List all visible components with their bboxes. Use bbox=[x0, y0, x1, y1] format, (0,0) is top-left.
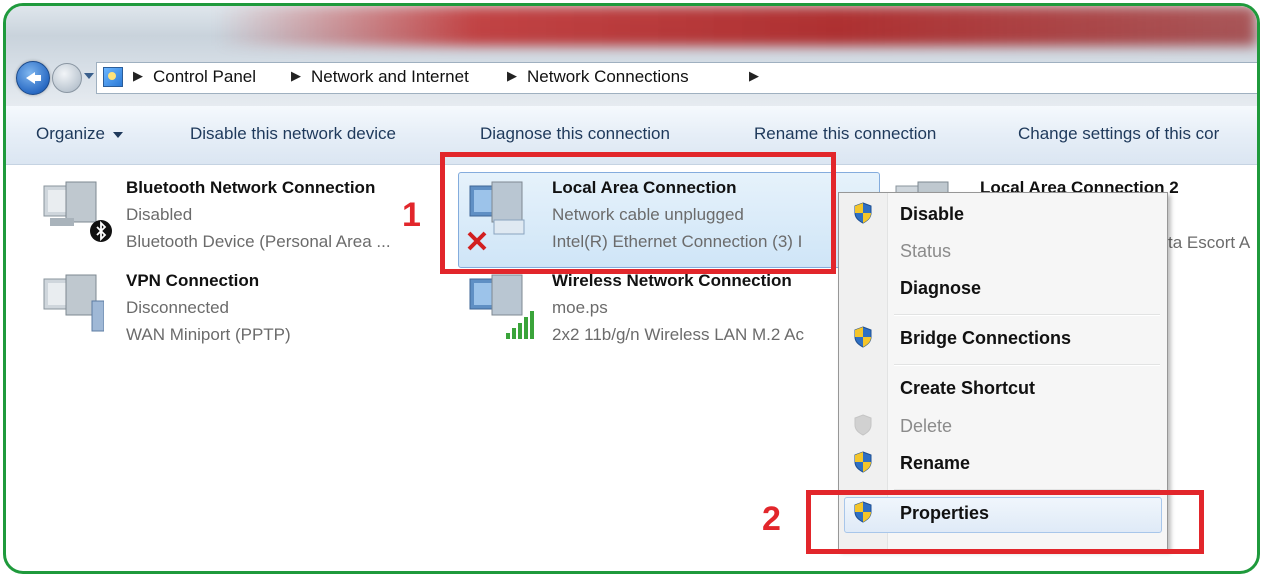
rename-connection-button[interactable]: Rename this connection bbox=[754, 124, 936, 144]
menu-item-diagnose[interactable]: Diagnose bbox=[900, 278, 981, 299]
breadcrumb-network-connections[interactable]: Network Connections bbox=[527, 67, 689, 87]
connection-name: VPN Connection bbox=[126, 271, 260, 290]
menu-item-status[interactable]: Status bbox=[900, 241, 951, 262]
organize-label: Organize bbox=[36, 124, 105, 143]
change-settings-button[interactable]: Change settings of this cor bbox=[1018, 124, 1219, 144]
menu-item-create-shortcut[interactable]: Create Shortcut bbox=[900, 378, 1035, 399]
connection-status: Disconnected bbox=[126, 298, 230, 317]
menu-item-disable[interactable]: Disable bbox=[900, 204, 964, 225]
control-panel-icon bbox=[103, 67, 123, 87]
menu-separator bbox=[894, 314, 1160, 316]
disable-device-button[interactable]: Disable this network device bbox=[190, 124, 396, 144]
connection-status: Disabled bbox=[126, 205, 193, 224]
connection-device: WAN Miniport (PPTP) bbox=[126, 325, 291, 344]
connection-name: Bluetooth Network Connection bbox=[126, 178, 376, 197]
bluetooth-icon bbox=[90, 220, 112, 242]
diagnose-connection-button[interactable]: Diagnose this connection bbox=[480, 124, 670, 144]
connection-device: Bluetooth Device (Personal Area ... bbox=[126, 232, 391, 251]
back-button[interactable] bbox=[16, 61, 50, 95]
breadcrumb-network-internet[interactable]: Network and Internet bbox=[311, 67, 469, 87]
uac-shield-icon bbox=[854, 451, 872, 473]
menu-item-delete[interactable]: Delete bbox=[900, 416, 952, 437]
chevron-right-icon[interactable]: ▶ bbox=[507, 68, 517, 84]
list-item-bluetooth[interactable]: Bluetooth Network Connection Disabled Bl… bbox=[40, 178, 440, 258]
title-glow bbox=[216, 6, 1256, 46]
chevron-right-icon[interactable]: ▶ bbox=[749, 68, 759, 84]
vpn-connection-icon bbox=[43, 274, 104, 332]
menu-separator bbox=[894, 364, 1160, 366]
connection-device: 2x2 11b/g/n Wireless LAN M.2 Ac bbox=[552, 325, 804, 344]
window-frame: ▶ Control Panel ▶ Network and Internet ▶… bbox=[3, 3, 1260, 574]
chevron-down-icon bbox=[112, 131, 123, 138]
chevron-right-icon[interactable]: ▶ bbox=[133, 68, 143, 84]
list-item-vpn[interactable]: VPN Connection Disconnected WAN Miniport… bbox=[40, 271, 440, 351]
signal-bars-icon bbox=[506, 311, 534, 339]
connection-device: ta Escort A bbox=[1168, 233, 1251, 252]
connection-name: Wireless Network Connection bbox=[552, 271, 792, 290]
organize-button[interactable]: Organize bbox=[36, 124, 123, 144]
menu-item-bridge-connections[interactable]: Bridge Connections bbox=[900, 328, 1071, 349]
forward-button[interactable] bbox=[52, 63, 82, 93]
annotation-number-1: 1 bbox=[402, 196, 421, 234]
annotation-number-2: 2 bbox=[762, 500, 781, 538]
annotation-box-1 bbox=[440, 152, 836, 274]
uac-shield-icon bbox=[854, 326, 872, 348]
list-item-wireless[interactable]: Wireless Network Connection moe.ps 2x2 1… bbox=[466, 271, 866, 351]
connection-status: moe.ps bbox=[552, 298, 608, 317]
annotation-box-2 bbox=[806, 490, 1204, 554]
uac-shield-icon bbox=[854, 414, 872, 436]
breadcrumb-control-panel[interactable]: Control Panel bbox=[153, 67, 256, 87]
history-dropdown-icon[interactable] bbox=[84, 73, 94, 79]
uac-shield-icon bbox=[854, 202, 872, 224]
breadcrumb[interactable]: ▶ Control Panel ▶ Network and Internet ▶… bbox=[96, 62, 1257, 94]
menu-item-rename[interactable]: Rename bbox=[900, 453, 970, 474]
chevron-right-icon[interactable]: ▶ bbox=[291, 68, 301, 84]
